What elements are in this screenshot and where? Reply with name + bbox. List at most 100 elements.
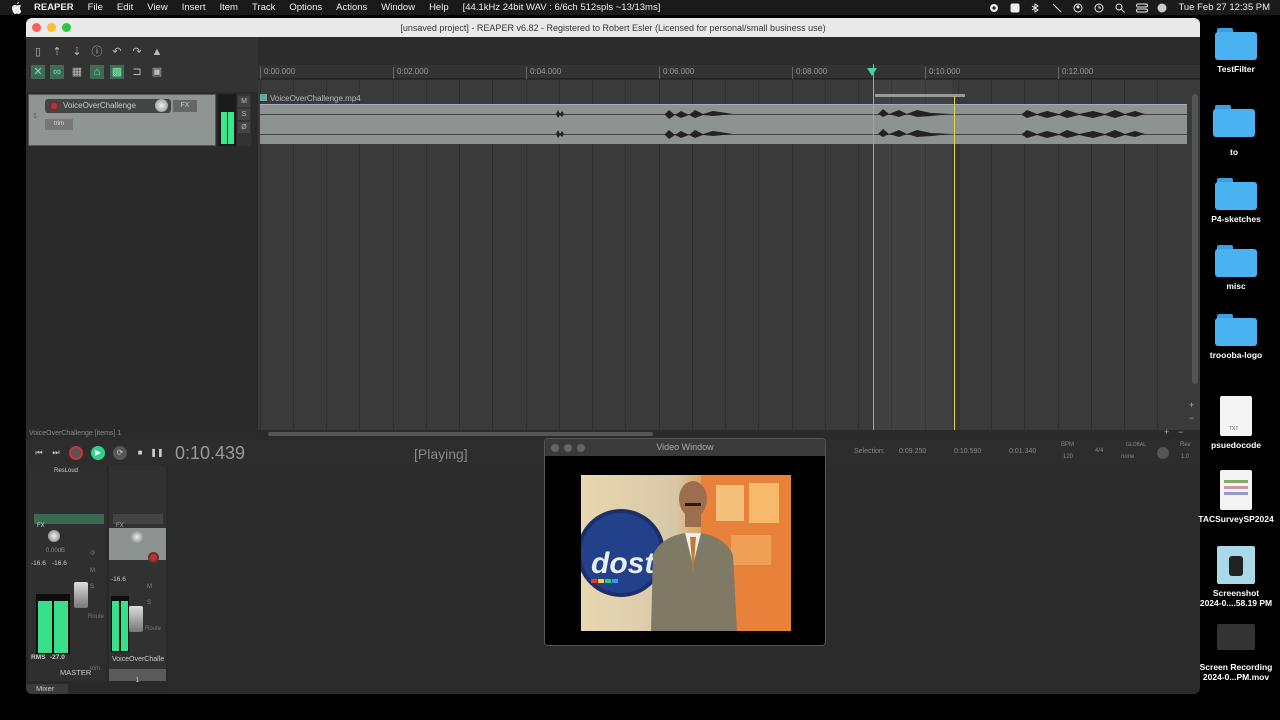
- time-signature[interactable]: 4/4: [1095, 448, 1103, 454]
- grid-icon[interactable]: ▩: [110, 65, 124, 79]
- menubar-clock[interactable]: Tue Feb 27 12:35 PM: [1178, 2, 1270, 13]
- lock-icon[interactable]: ▣: [150, 65, 164, 79]
- record-status-icon[interactable]: [989, 3, 999, 12]
- menu-file[interactable]: File: [88, 2, 103, 13]
- track-strip-route-button[interactable]: Route: [145, 626, 161, 632]
- record-arm-button[interactable]: [49, 101, 59, 111]
- auto-crossfade-icon[interactable]: ✕: [31, 65, 45, 79]
- siri-icon[interactable]: [1157, 3, 1167, 13]
- menu-app-reaper[interactable]: REAPER: [34, 2, 74, 13]
- zoom-in-vertical-icon[interactable]: +: [1189, 400, 1194, 410]
- master-mono-icon[interactable]: ◎: [90, 549, 95, 556]
- new-project-icon[interactable]: ▯: [31, 45, 45, 59]
- track-strip-fx-button[interactable]: FX: [113, 514, 163, 529]
- desktop-folder-testfilter[interactable]: TestFilter: [1197, 28, 1275, 74]
- go-to-end-button[interactable]: ⏭: [49, 446, 63, 460]
- rate-value[interactable]: 1.0: [1181, 454, 1189, 460]
- phase-button[interactable]: Ø: [238, 122, 250, 133]
- master-mute-button[interactable]: M: [90, 568, 95, 574]
- track-strip-mute-button[interactable]: M: [147, 584, 152, 590]
- menu-view[interactable]: View: [147, 2, 167, 13]
- close-window-button[interactable]: [32, 23, 41, 32]
- master-volume-fader[interactable]: [74, 582, 88, 608]
- control-center-icon[interactable]: [1136, 3, 1149, 13]
- solo-button[interactable]: S: [238, 109, 250, 120]
- menu-edit[interactable]: Edit: [117, 2, 133, 13]
- video-close-button[interactable]: [551, 444, 559, 452]
- audio-device-status[interactable]: [44.1kHz 24bit WAV : 6/6ch 512spls ~13/1…: [463, 2, 661, 13]
- menu-insert[interactable]: Insert: [182, 2, 206, 13]
- repeat-button[interactable]: ⟳: [113, 446, 127, 460]
- go-to-start-button[interactable]: ⏮: [32, 446, 46, 460]
- video-window-titlebar[interactable]: Video Window: [545, 439, 825, 456]
- undo-icon[interactable]: ↶: [110, 45, 124, 59]
- bpm-value[interactable]: 120: [1063, 454, 1073, 460]
- playrate-knob[interactable]: [1157, 447, 1169, 459]
- desktop-file-tacsurvey[interactable]: TACSurveySP2024: [1197, 470, 1275, 524]
- desktop-folder-p4-sketches[interactable]: P4-sketches: [1197, 178, 1275, 224]
- desktop-file-screen-recording[interactable]: Screen Recording 2024-0...PM.mov: [1197, 624, 1275, 682]
- media-item[interactable]: [260, 104, 1187, 144]
- stop-button[interactable]: ■: [133, 446, 147, 460]
- desktop-folder-troooba-logo[interactable]: troooba-logo: [1197, 314, 1275, 360]
- apple-icon[interactable]: [12, 1, 24, 14]
- loop-toggle-icon[interactable]: ⊐: [130, 65, 144, 79]
- master-route-button[interactable]: Route: [88, 614, 104, 620]
- playhead-marker-icon[interactable]: [867, 68, 877, 76]
- video-minimize-button[interactable]: [564, 444, 572, 452]
- ripple-edit-icon[interactable]: ∞: [50, 65, 64, 79]
- spotlight-search-icon[interactable]: [1115, 3, 1126, 13]
- wifi-off-icon[interactable]: [1052, 3, 1062, 13]
- menu-actions[interactable]: Actions: [336, 2, 367, 13]
- loop-region-bar[interactable]: [875, 94, 965, 97]
- record-button[interactable]: [69, 446, 83, 460]
- selection-end[interactable]: 0:10.590: [954, 448, 981, 455]
- time-readout[interactable]: 0:10.439: [175, 443, 245, 464]
- video-window[interactable]: Video Window dost: [544, 438, 826, 646]
- track-fx-button[interactable]: FX: [173, 100, 197, 112]
- desktop-folder-to[interactable]: to: [1195, 105, 1273, 157]
- track-strip-solo-button[interactable]: S: [147, 600, 151, 606]
- desktop-file-psuedocode[interactable]: TXT psuedocode: [1197, 396, 1275, 450]
- user-icon[interactable]: [1073, 3, 1083, 13]
- selection-start[interactable]: 0:09.250: [899, 448, 926, 455]
- mixer-tab[interactable]: Mixer: [26, 684, 68, 694]
- clock-icon[interactable]: [1094, 3, 1104, 13]
- master-fx-button[interactable]: FX: [34, 514, 104, 529]
- track-name-field[interactable]: VoiceOverChallenge: [45, 99, 171, 113]
- playhead-cursor[interactable]: [873, 64, 874, 430]
- save-project-icon[interactable]: ⇣: [70, 45, 84, 59]
- pause-button[interactable]: ❚❚: [150, 446, 164, 460]
- global-automation-value[interactable]: none: [1121, 454, 1134, 460]
- zoom-out-vertical-icon[interactable]: −: [1189, 413, 1194, 423]
- bluetooth-icon[interactable]: [1031, 3, 1041, 13]
- desktop-folder-misc[interactable]: misc: [1197, 245, 1275, 291]
- selection-length[interactable]: 0:01.340: [1009, 448, 1036, 455]
- minimize-window-button[interactable]: [47, 23, 56, 32]
- menu-help[interactable]: Help: [429, 2, 449, 13]
- desktop-file-screenshot[interactable]: Screenshot 2024-0....58.19 PM: [1197, 546, 1275, 608]
- project-settings-icon[interactable]: ⓘ: [90, 45, 104, 59]
- mute-button[interactable]: M: [238, 96, 250, 107]
- redo-icon[interactable]: ↷: [130, 45, 144, 59]
- track-strip-number[interactable]: 1: [109, 669, 166, 684]
- grouping-icon[interactable]: ▦: [70, 65, 84, 79]
- arrange-view[interactable]: VoiceOverChallenge.mp4 + −: [258, 64, 1200, 430]
- zoom-in-horizontal-icon[interactable]: +: [1164, 427, 1169, 437]
- master-solo-button[interactable]: S: [90, 584, 94, 590]
- track-volume-fader[interactable]: [129, 606, 143, 632]
- menu-options[interactable]: Options: [289, 2, 322, 13]
- zoom-out-horizontal-icon[interactable]: −: [1178, 427, 1183, 437]
- zoom-window-button[interactable]: [62, 23, 71, 32]
- track-panel[interactable]: 1 VoiceOverChallenge FX trim: [28, 94, 216, 146]
- automation-mode-button[interactable]: trim: [45, 119, 73, 130]
- app-status-icon[interactable]: [1010, 3, 1020, 13]
- edit-cursor[interactable]: [954, 96, 955, 430]
- track-pan-knob[interactable]: [131, 531, 143, 543]
- menu-item[interactable]: Item: [219, 2, 237, 13]
- track-volume-knob[interactable]: [155, 99, 168, 112]
- master-trim-label[interactable]: trim: [90, 666, 100, 672]
- track-strip-record-arm[interactable]: [148, 552, 159, 563]
- metronome-icon[interactable]: ▲: [150, 45, 164, 59]
- horizontal-scroll-thumb[interactable]: [268, 432, 653, 436]
